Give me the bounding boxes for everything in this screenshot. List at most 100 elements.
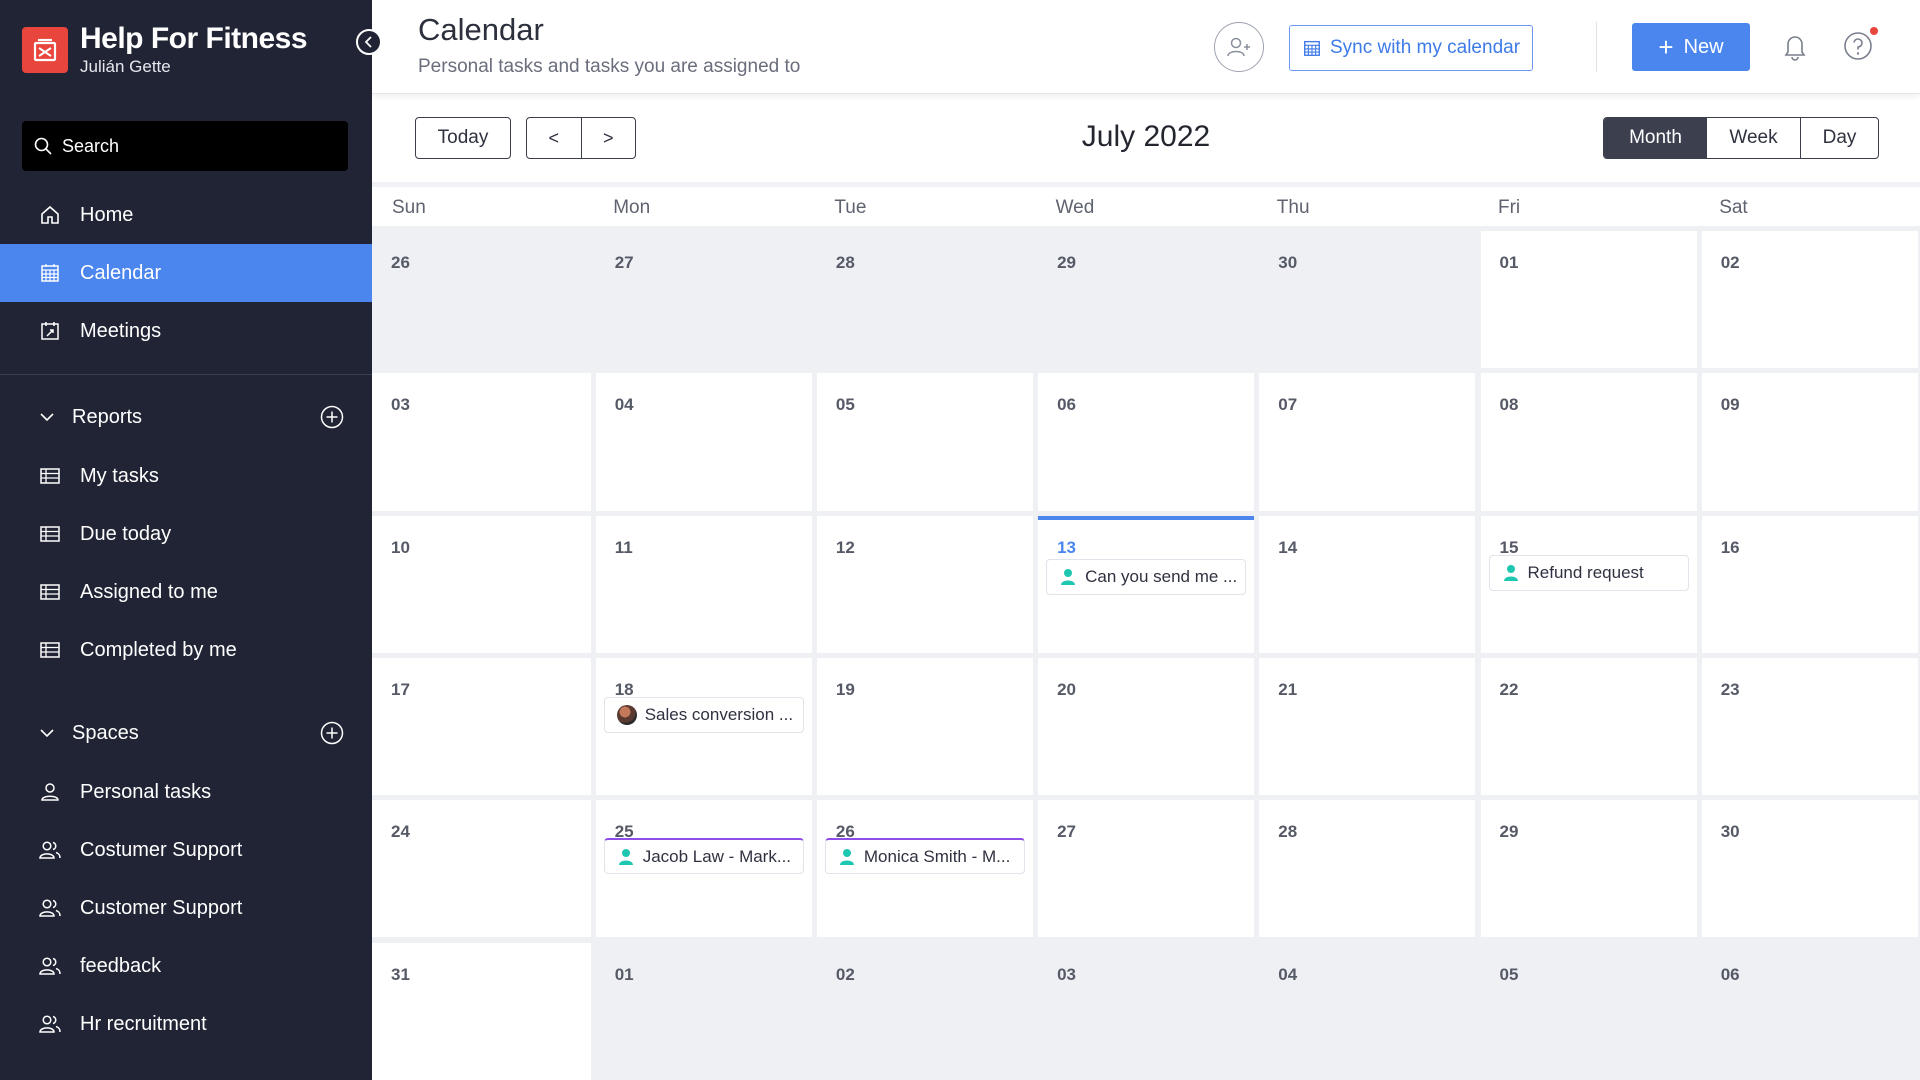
week-view-button[interactable]: Week <box>1707 118 1801 158</box>
day-cell[interactable]: 23 <box>1701 657 1918 796</box>
day-cell[interactable]: 27 <box>1038 800 1255 938</box>
app-logo-icon <box>22 27 68 73</box>
sidebar-item-meetings[interactable]: Meetings <box>0 302 372 360</box>
day-cell[interactable]: 21 <box>1259 657 1476 796</box>
day-cell[interactable]: 15 Refund request <box>1480 515 1697 653</box>
day-cell[interactable]: 04 <box>1259 942 1476 1080</box>
day-cell[interactable]: 30 <box>1701 800 1918 938</box>
day-number: 03 <box>1057 964 1077 984</box>
day-number: 20 <box>1057 679 1077 699</box>
day-cell[interactable]: 20 <box>1038 657 1255 796</box>
day-cell[interactable]: 11 <box>595 515 812 653</box>
sidebar-item-due-today[interactable]: Due today <box>0 505 372 563</box>
day-view-button[interactable]: Day <box>1801 118 1878 158</box>
page-header: Calendar Personal tasks and tasks you ar… <box>372 0 1920 94</box>
day-cell[interactable]: 03 <box>1038 942 1255 1080</box>
sidebar-item-feedback[interactable]: feedback <box>0 937 372 995</box>
new-button[interactable]: + New <box>1632 23 1750 71</box>
event-title: Sales conversion ... <box>644 704 794 724</box>
day-number: 29 <box>1057 253 1077 272</box>
sidebar-item-label: Calendar <box>80 261 162 284</box>
person-icon <box>617 848 635 866</box>
day-cell[interactable]: 22 <box>1480 657 1697 796</box>
day-cell[interactable]: 06 <box>1701 942 1918 1080</box>
notifications-button[interactable] <box>1780 30 1810 62</box>
reports-section-toggle[interactable]: Reports <box>0 397 372 437</box>
day-cell[interactable]: 05 <box>1480 942 1697 1080</box>
sidebar-item-completed-by-me[interactable]: Completed by me <box>0 621 372 679</box>
day-cell[interactable]: 12 <box>816 515 1034 653</box>
collapse-sidebar-button[interactable] <box>356 29 382 55</box>
day-cell[interactable]: 24 <box>372 800 591 938</box>
day-cell[interactable]: 16 <box>1701 515 1918 653</box>
add-space-button[interactable] <box>320 721 344 745</box>
search-input[interactable]: Search <box>22 121 348 171</box>
day-cell[interactable]: 29 <box>1480 800 1697 938</box>
brand[interactable]: Help For Fitness Julián Gette <box>22 22 308 78</box>
day-cell[interactable]: 09 <box>1701 373 1918 511</box>
sidebar-item-personal-tasks[interactable]: Personal tasks <box>0 763 372 821</box>
app-name: Help For Fitness <box>80 22 308 55</box>
sidebar-item-home[interactable]: Home <box>0 186 372 244</box>
day-cell[interactable]: 02 <box>816 942 1034 1080</box>
day-number: 31 <box>391 964 410 984</box>
search-icon <box>34 137 52 155</box>
sync-calendar-button[interactable]: Sync with my calendar <box>1289 25 1533 71</box>
sidebar-item-customer-support[interactable]: Customer Support <box>0 879 372 937</box>
sidebar-item-costumer-support[interactable]: Costumer Support <box>0 821 372 879</box>
event-title: Monica Smith - M... <box>863 846 1011 866</box>
day-cell[interactable]: 25 Jacob Law - Mark... <box>595 800 812 938</box>
day-cell[interactable]: 05 <box>816 373 1034 511</box>
day-cell[interactable]: 17 <box>372 657 591 796</box>
day-cell[interactable]: 31 <box>372 942 591 1080</box>
weekday-sun: Sun <box>392 197 426 218</box>
sidebar-item-my-tasks[interactable]: My tasks <box>0 447 372 505</box>
day-cell[interactable]: 06 <box>1038 373 1255 511</box>
spaces-section-title: Spaces <box>72 721 139 744</box>
day-cell[interactable]: 27 <box>595 231 812 369</box>
day-cell[interactable]: 28 <box>1259 800 1476 938</box>
day-cell[interactable]: 26 Monica Smith - M... <box>816 800 1034 938</box>
page-title: Calendar <box>418 12 544 47</box>
sidebar-item-assigned-to-me[interactable]: Assigned to me <box>0 563 372 621</box>
day-cell[interactable]: 10 <box>372 515 591 653</box>
day-cell[interactable]: 28 <box>816 231 1034 369</box>
add-report-button[interactable] <box>320 405 344 429</box>
day-cell[interactable]: 04 <box>595 373 812 511</box>
help-button[interactable] <box>1842 27 1878 62</box>
calendar-toolbar: Today < > July 2022 Month Week Day <box>372 100 1920 178</box>
day-cell[interactable]: 13 Can you send me ... <box>1038 515 1255 653</box>
day-cell[interactable]: 30 <box>1259 231 1476 369</box>
sidebar-item-label: Assigned to me <box>80 580 218 603</box>
month-grid: 26 27 28 29 30 01 02 03 04 05 06 07 08 09 10 11 12 13 Can … <box>372 226 1920 1080</box>
day-cell[interactable]: 08 <box>1480 373 1697 511</box>
add-member-button[interactable] <box>1214 22 1264 72</box>
day-cell[interactable]: 26 <box>372 231 591 369</box>
day-cell[interactable]: 14 <box>1259 515 1476 653</box>
day-cell[interactable]: 01 <box>1480 231 1697 369</box>
day-cell[interactable]: 19 <box>816 657 1034 796</box>
reports-section-title: Reports <box>72 405 143 428</box>
sidebar-item-calendar[interactable]: Calendar <box>0 244 372 302</box>
event-title: Refund request <box>1527 562 1644 582</box>
calendar-event[interactable]: Jacob Law - Mark... <box>603 838 804 875</box>
calendar-event[interactable]: Refund request <box>1488 554 1689 591</box>
new-button-label: New <box>1683 35 1724 58</box>
spaces-section-toggle[interactable]: Spaces <box>0 713 372 753</box>
table-icon <box>38 638 62 662</box>
calendar-event[interactable]: Sales conversion ... <box>603 696 804 733</box>
day-cell[interactable]: 29 <box>1038 231 1255 369</box>
add-person-icon <box>1227 37 1250 57</box>
sidebar-item-hr-recruitment[interactable]: Hr recruitment <box>0 995 372 1053</box>
day-cell[interactable]: 02 <box>1701 231 1918 369</box>
month-view-button[interactable]: Month <box>1604 118 1707 158</box>
day-cell[interactable]: 18 Sales conversion ... <box>595 657 812 796</box>
day-cell[interactable]: 07 <box>1259 373 1476 511</box>
day-cell[interactable]: 03 <box>372 373 591 511</box>
sidebar-item-label: Hr recruitment <box>80 1012 207 1035</box>
day-cell[interactable]: 01 <box>595 942 812 1080</box>
calendar-event[interactable]: Monica Smith - M... <box>824 838 1025 875</box>
day-number: 05 <box>1499 964 1519 984</box>
weekday-wed: Wed <box>1055 197 1095 218</box>
calendar-event[interactable]: Can you send me ... <box>1046 558 1247 595</box>
